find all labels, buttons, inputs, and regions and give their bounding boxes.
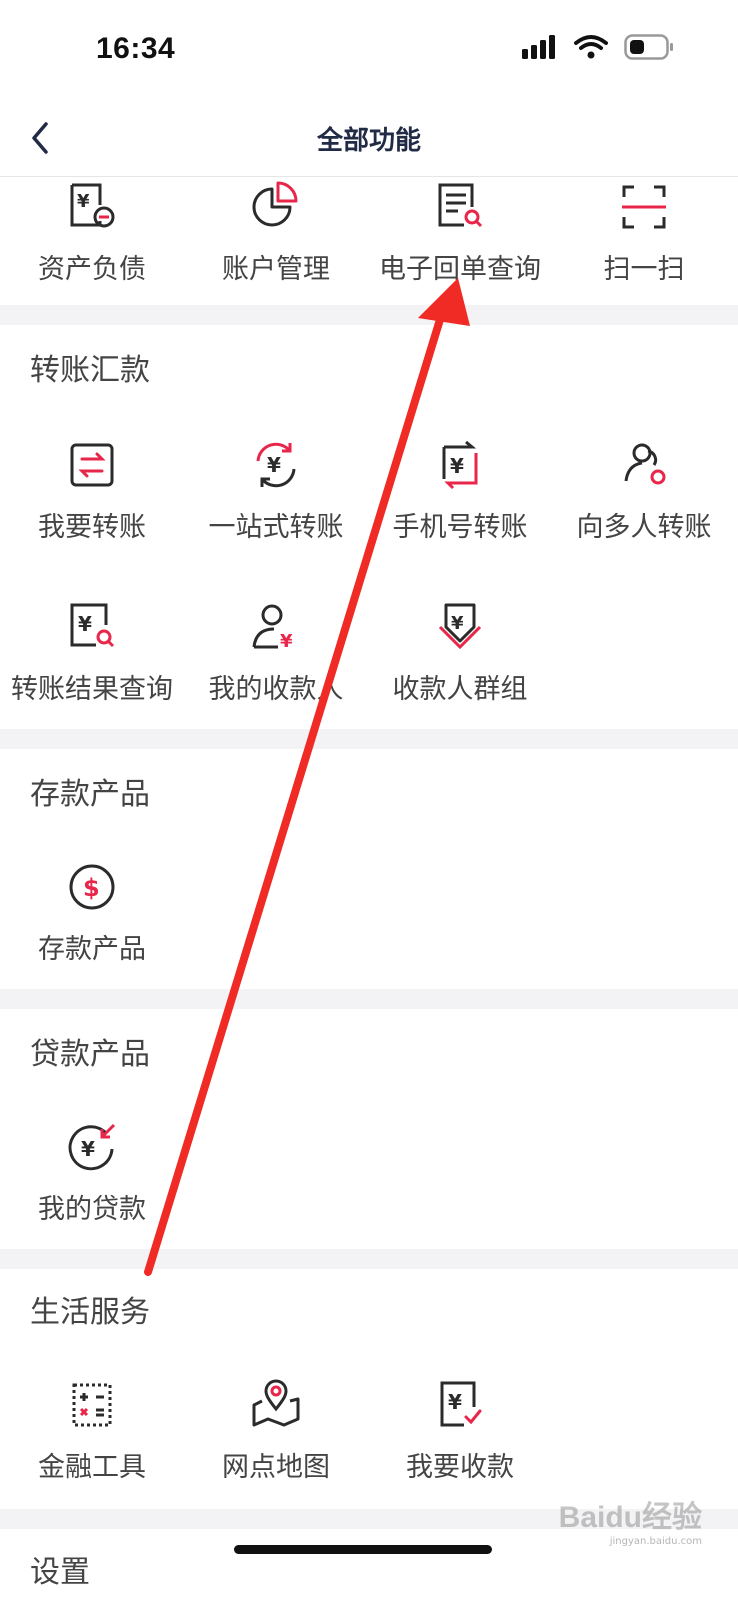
page-title: 全部功能: [316, 126, 421, 156]
item-label: 电子回单查询: [379, 254, 541, 285]
one-stop-transfer-icon: ¥: [256, 442, 296, 488]
section-title: 存款产品: [30, 777, 150, 812]
section-life-services: 生活服务 金融工具 网点地图 ¥ 我要收款: [0, 1269, 738, 1509]
section-divider: [0, 305, 738, 325]
multi-transfer-icon: [624, 443, 666, 485]
item-transfer-result-query[interactable]: ¥ 转账结果查询: [0, 601, 184, 706]
svg-text:¥: ¥: [81, 1137, 95, 1161]
section-divider: [0, 989, 738, 1009]
item-label: 我要转账: [38, 512, 146, 543]
item-asset-liability[interactable]: ¥ 资产负债: [0, 181, 184, 286]
item-label: 向多人转账: [576, 512, 712, 543]
item-label: 手机号转账: [392, 512, 528, 543]
loan-icon: ¥: [68, 1123, 116, 1171]
watermark-brand: Baidu经验: [558, 1501, 702, 1534]
map-icon: [252, 1379, 300, 1427]
item-payee[interactable]: ¥ 我的收款人: [184, 601, 368, 706]
svg-text:¥: ¥: [267, 453, 281, 477]
section-title: 设置: [30, 1555, 90, 1590]
item-label: 收款人群组: [392, 674, 528, 705]
svg-text:¥: ¥: [448, 1390, 462, 1414]
item-label: 资产负债: [38, 254, 146, 285]
svg-text:¥: ¥: [451, 613, 464, 634]
section-title: 转账汇款: [30, 353, 150, 388]
payee-icon: ¥: [252, 604, 293, 652]
item-label: 扫一扫: [603, 254, 685, 285]
item-label: 转账结果查询: [11, 674, 173, 705]
item-label: 金融工具: [38, 1452, 146, 1483]
home-indicator[interactable]: [234, 1545, 492, 1554]
item-map[interactable]: 网点地图: [184, 1379, 368, 1484]
e-receipt-query-icon: [438, 183, 483, 228]
watermark-url: jingyan.baidu.com: [609, 1536, 702, 1547]
status-bar: 16:34: [0, 0, 738, 100]
status-icons: [522, 34, 674, 60]
item-transfer[interactable]: 我要转账: [0, 439, 184, 544]
item-label: 我的收款人: [208, 674, 344, 705]
item-label: 我要收款: [406, 1452, 514, 1483]
scan-icon: [622, 185, 666, 229]
svg-text:$: $: [83, 874, 100, 902]
item-receive-payment[interactable]: ¥ 我要收款: [368, 1379, 552, 1484]
item-deposit[interactable]: $ 存款产品: [0, 861, 184, 966]
item-scan[interactable]: 扫一扫: [552, 181, 736, 286]
section-title: 生活服务: [30, 1295, 150, 1330]
svg-text:¥: ¥: [78, 612, 92, 636]
calculator-icon: [72, 1383, 112, 1427]
deposit-icon: $: [69, 864, 115, 910]
item-account-management[interactable]: 账户管理: [184, 181, 368, 286]
svg-text:¥: ¥: [77, 191, 90, 212]
receive-payment-icon: ¥: [440, 1381, 482, 1427]
item-multi-transfer[interactable]: 向多人转账: [552, 439, 736, 544]
transfer-result-query-icon: ¥: [70, 603, 115, 648]
top-items-section: ¥ 资产负债 账户管理 电子回单查询 扫一扫: [0, 177, 738, 305]
phone-transfer-icon: ¥: [442, 440, 478, 490]
svg-text:¥: ¥: [280, 631, 293, 652]
item-payee-group[interactable]: ¥ 收款人群组: [368, 601, 552, 706]
item-e-receipt-query[interactable]: 电子回单查询: [368, 181, 552, 286]
item-label: 网点地图: [222, 1452, 330, 1483]
section-transfer: 转账汇款 我要转账 ¥ 一站式转账 ¥ 手机号转账 向多人转账 ¥ 转账结果查询…: [0, 325, 738, 729]
nav-bar: 全部功能: [0, 100, 738, 177]
payee-group-icon: ¥: [438, 603, 482, 650]
battery-icon: [624, 34, 673, 60]
item-loan[interactable]: ¥ 我的贷款: [0, 1121, 184, 1226]
item-label: 账户管理: [222, 254, 330, 285]
section-divider: [0, 729, 738, 749]
section-loan: 贷款产品 ¥ 我的贷款: [0, 1009, 738, 1249]
item-one-stop-transfer[interactable]: ¥ 一站式转账: [184, 439, 368, 544]
asset-liability-icon: ¥: [70, 183, 115, 228]
item-calculator[interactable]: 金融工具: [0, 1379, 184, 1484]
wifi-icon: [574, 35, 608, 59]
status-time: 16:34: [96, 32, 176, 65]
svg-text:¥: ¥: [450, 454, 464, 478]
account-management-icon: [252, 181, 298, 227]
section-title: 贷款产品: [30, 1037, 150, 1072]
item-label: 一站式转账: [208, 512, 344, 543]
item-phone-transfer[interactable]: ¥ 手机号转账: [368, 439, 552, 544]
transfer-icon: [70, 443, 114, 487]
section-divider: [0, 1249, 738, 1269]
watermark: Baidu经验 jingyan.baidu.com: [559, 1492, 702, 1547]
item-label: 我的贷款: [38, 1194, 146, 1225]
page: 16:34 全部功能 ¥ 资产负债 账户管理 电子回单查询 扫一扫 转账汇款 我…: [0, 0, 738, 1600]
signal-icon: [522, 35, 555, 59]
item-label: 存款产品: [38, 934, 146, 965]
section-deposit: 存款产品 $ 存款产品: [0, 749, 738, 989]
